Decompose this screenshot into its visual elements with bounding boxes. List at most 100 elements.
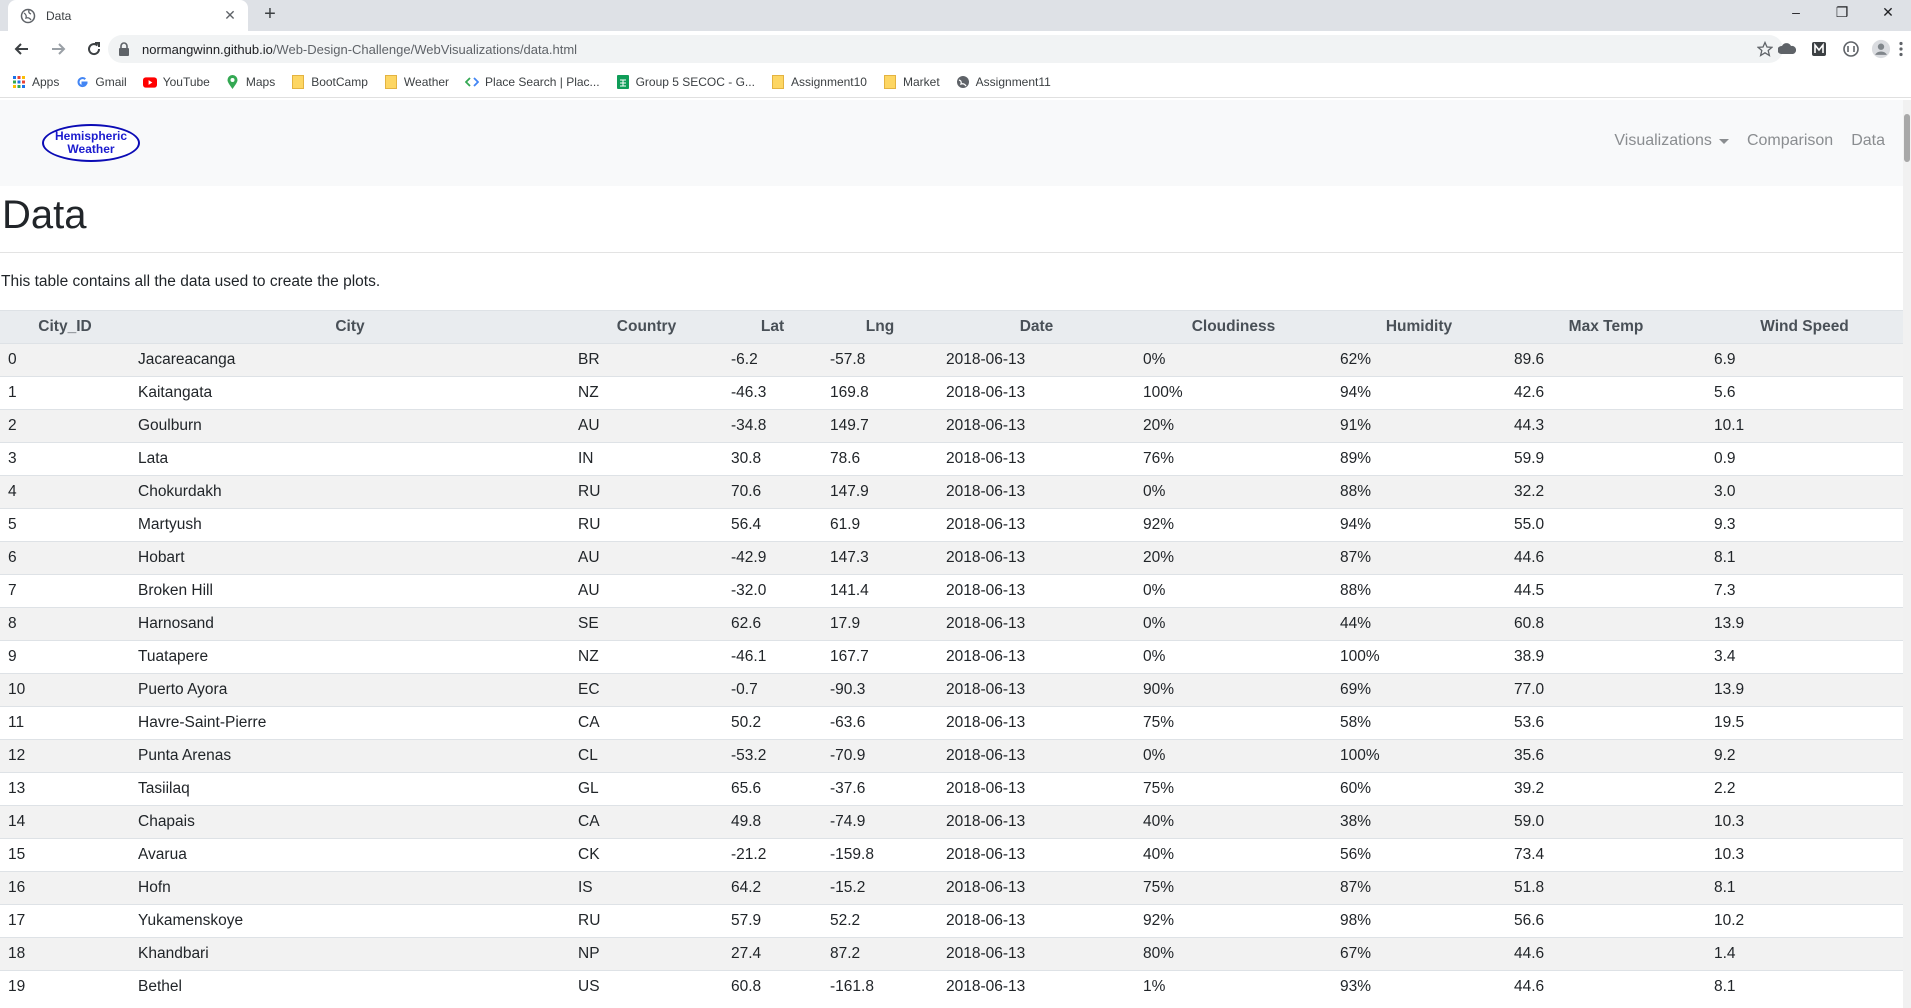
table-row: 1 Kaitangata NZ -46.3 169.8 2018-06-13 100% 94%… [0, 376, 1903, 410]
nav-visualizations-label: Visualizations [1614, 132, 1712, 149]
bookmark-star-icon[interactable] [1757, 41, 1773, 57]
bookmark-group5[interactable]: Group 5 SECOC - G... [616, 75, 755, 89]
table-cell: 0% [1135, 475, 1332, 509]
browser-tab[interactable]: Data ✕ [8, 0, 248, 31]
table-cell: 27.4 [723, 937, 822, 971]
table-cell: 89.6 [1506, 343, 1706, 377]
window-close-button[interactable]: ✕ [1865, 0, 1911, 24]
table-cell: 1 [0, 376, 130, 410]
bookmark-label: Weather [403, 75, 450, 89]
table-cell: 7.3 [1706, 574, 1903, 608]
table-row: 17 Yukamenskoye RU 57.9 52.2 2018-06-13 92% 98%… [0, 904, 1903, 938]
table-cell: 2018-06-13 [938, 805, 1135, 839]
table-cell: 98% [1332, 904, 1506, 938]
scrollbar-thumb[interactable] [1904, 114, 1910, 162]
drive-extension-icon[interactable] [1777, 39, 1797, 59]
nav-visualizations-dropdown[interactable]: Visualizations [1614, 132, 1729, 150]
url-host: normangwinn.github.io [142, 41, 273, 57]
minimize-button[interactable]: – [1773, 0, 1819, 24]
table-row: 15 Avarua CK -21.2 -159.8 2018-06-13 40% 56% 73.… [0, 838, 1903, 872]
url-path: /Web-Design-Challenge/WebVisualizations/… [272, 41, 578, 57]
table-cell: 2018-06-13 [938, 409, 1135, 443]
table-cell: 0.9 [1706, 442, 1903, 476]
table-header-row: City_ID City Country Lat Lng Date Cloudi… [0, 310, 1903, 344]
table-cell: 93% [1332, 970, 1506, 1004]
bookmark-assignment10[interactable]: Assignment10 [771, 75, 867, 89]
nav-comparison[interactable]: Comparison [1747, 132, 1833, 150]
reload-button[interactable] [80, 35, 108, 63]
code-icon [465, 75, 480, 89]
table-cell: 60% [1332, 772, 1506, 806]
extension-icon[interactable] [1841, 39, 1861, 59]
bookmark-label: Place Search | Plac... [485, 75, 600, 89]
table-cell: 44.5 [1506, 574, 1706, 608]
bookmark-assignment11[interactable]: Assignment11 [956, 75, 1051, 89]
table-row: 8 Harnosand SE 62.6 17.9 2018-06-13 0% 44% 60.8 1… [0, 607, 1903, 641]
table-cell: 5 [0, 508, 130, 542]
table-cell: 73.4 [1506, 838, 1706, 872]
profile-avatar-icon[interactable] [1871, 39, 1891, 59]
browser-menu-icon[interactable] [1891, 39, 1911, 59]
bookmark-label: Assignment10 [790, 75, 867, 89]
folder-icon [883, 75, 897, 89]
table-cell: -159.8 [822, 838, 938, 872]
table-cell: 2018-06-13 [938, 376, 1135, 410]
table-cell: 14 [0, 805, 130, 839]
page-title: Data [2, 193, 87, 237]
youtube-icon [142, 75, 157, 89]
table-cell: 13 [0, 772, 130, 806]
table-cell: Tuatapere [130, 640, 570, 674]
table-cell: 12 [0, 739, 130, 773]
table-cell: 8 [0, 607, 130, 641]
table-cell: 9 [0, 640, 130, 674]
page-viewport: Hemispheric Weather Visualizations Compa… [0, 100, 1911, 1008]
table-cell: RU [570, 475, 723, 509]
table-cell: 20% [1135, 409, 1332, 443]
table-cell: 67% [1332, 937, 1506, 971]
caret-down-icon [1718, 138, 1729, 144]
forward-button[interactable] [44, 35, 72, 63]
bookmark-market[interactable]: Market [883, 75, 940, 89]
bookmark-label: BootCamp [311, 75, 368, 89]
bookmark-bootcamp[interactable]: BootCamp [291, 75, 368, 89]
bookmark-youtube[interactable]: YouTube [142, 75, 210, 89]
table-cell: 49.8 [723, 805, 822, 839]
table-row: 18 Khandbari NP 27.4 87.2 2018-06-13 80% 67% 44.… [0, 937, 1903, 971]
table-cell: 62% [1332, 343, 1506, 377]
table-cell: 62.6 [723, 607, 822, 641]
site-logo[interactable]: Hemispheric Weather [42, 124, 140, 162]
table-cell: 7 [0, 574, 130, 608]
table-cell: Havre-Saint-Pierre [130, 706, 570, 740]
back-button[interactable] [8, 35, 36, 63]
bookmark-weather[interactable]: Weather [384, 75, 449, 89]
table-cell: 4 [0, 475, 130, 509]
bookmark-maps[interactable]: Maps [226, 75, 275, 89]
new-tab-button[interactable]: + [258, 3, 282, 27]
tab-close-icon[interactable]: ✕ [222, 7, 238, 24]
table-cell: Harnosand [130, 607, 570, 641]
bookmark-label: Apps [32, 75, 60, 89]
table-cell: 10 [0, 673, 130, 707]
table-cell: 17.9 [822, 607, 938, 641]
m-extension-icon[interactable] [1809, 39, 1829, 59]
table-cell: Chapais [130, 805, 570, 839]
table-cell: 1% [1135, 970, 1332, 1004]
table-cell: 100% [1332, 739, 1506, 773]
page-scrollbar[interactable] [1903, 100, 1911, 1008]
address-bar[interactable]: normangwinn.github.io /Web-Design-Challe… [108, 35, 1783, 63]
nav-data[interactable]: Data [1851, 132, 1885, 150]
table-row: 7 Broken Hill AU -32.0 141.4 2018-06-13 0% 88% 4… [0, 574, 1903, 608]
table-cell: Yukamenskoye [130, 904, 570, 938]
bookmark-gmail[interactable]: Gmail [75, 75, 127, 89]
forward-arrow-icon [52, 43, 66, 55]
table-cell: 149.7 [822, 409, 938, 443]
table-cell: 2018-06-13 [938, 970, 1135, 1004]
table-cell: 88% [1332, 574, 1506, 608]
restore-button[interactable]: ❐ [1819, 0, 1865, 24]
bookmark-apps[interactable]: Apps [12, 75, 59, 89]
table-cell: 60.8 [1506, 607, 1706, 641]
bookmark-place-search[interactable]: Place Search | Plac... [465, 75, 600, 89]
table-cell: 3 [0, 442, 130, 476]
table-cell: 3.4 [1706, 640, 1903, 674]
data-table: City_ID City Country Lat Lng Date Cloudi… [0, 310, 1903, 1004]
